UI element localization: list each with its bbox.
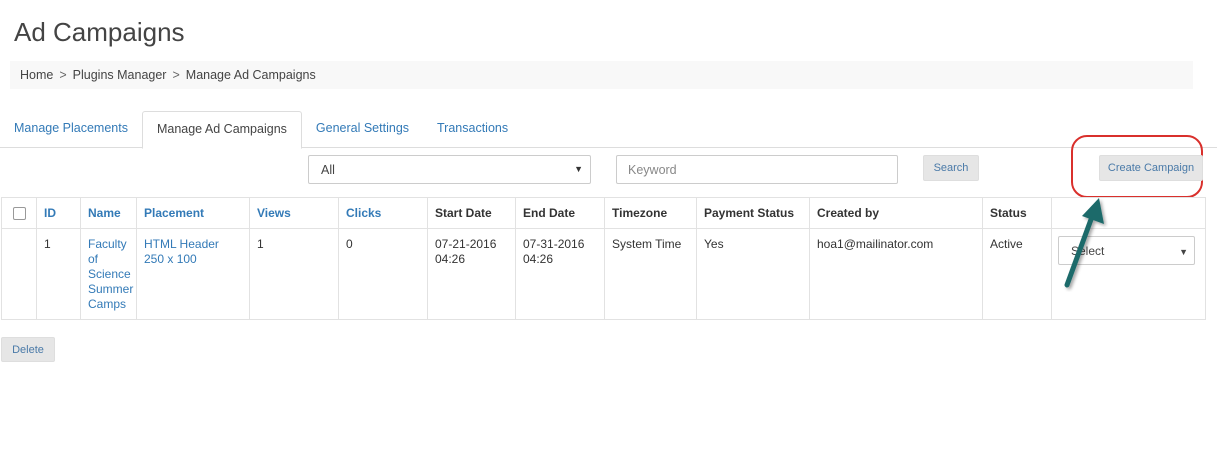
column-header-payment-status: Payment Status: [696, 197, 810, 229]
breadcrumb: Home > Plugins Manager > Manage Ad Campa…: [10, 61, 1193, 89]
caret-down-icon: ▼: [1179, 247, 1188, 257]
cell-start-date: 07-21-2016 04:26: [427, 228, 516, 320]
select-all-checkbox[interactable]: [12, 207, 26, 221]
cell-created-by: hoa1@mailinator.com: [809, 228, 983, 320]
breadcrumb-home[interactable]: Home: [20, 68, 53, 82]
cell-payment-status: Yes: [696, 228, 810, 320]
column-header-views[interactable]: Views: [249, 197, 339, 229]
tab-transactions[interactable]: Transactions: [423, 111, 522, 148]
filter-select-value: All: [321, 163, 335, 177]
breadcrumb-plugins-manager[interactable]: Plugins Manager: [73, 68, 167, 82]
column-header-name[interactable]: Name: [80, 197, 137, 229]
column-header-placement[interactable]: Placement: [136, 197, 250, 229]
column-header-id[interactable]: ID: [36, 197, 81, 229]
row-checkbox-cell: [1, 228, 37, 320]
cell-placement[interactable]: HTML Header 250 x 100: [136, 228, 250, 320]
filter-select[interactable]: All ▼: [308, 155, 591, 184]
cell-name[interactable]: Faculty of Science Summer Camps: [80, 228, 137, 320]
delete-button[interactable]: Delete: [1, 337, 55, 362]
cell-end-date: 07-31-2016 04:26: [515, 228, 605, 320]
tab-bar: Manage Placements Manage Ad Campaigns Ge…: [0, 111, 1217, 149]
table-header-row: ID Name Placement Views Clicks Start Dat…: [1, 197, 1206, 229]
tab-manage-ad-campaigns[interactable]: Manage Ad Campaigns: [141, 111, 302, 149]
cell-status: Active: [982, 228, 1052, 320]
column-header-clicks[interactable]: Clicks: [338, 197, 428, 229]
select-all-cell: [1, 197, 37, 229]
column-header-status: Status: [982, 197, 1052, 229]
column-header-end-date: End Date: [515, 197, 605, 229]
table-row: 1 Faculty of Science Summer Camps HTML H…: [1, 228, 1206, 320]
column-header-start-date: Start Date: [427, 197, 516, 229]
cell-clicks: 0: [338, 228, 428, 320]
column-header-timezone: Timezone: [604, 197, 697, 229]
cell-timezone: System Time: [604, 228, 697, 320]
page-title: Ad Campaigns: [14, 17, 185, 47]
column-header-created-by: Created by: [809, 197, 983, 229]
tab-manage-placements[interactable]: Manage Placements: [0, 111, 142, 148]
annotation-arrow-icon: [1064, 198, 1104, 288]
breadcrumb-current: Manage Ad Campaigns: [185, 68, 316, 82]
tab-general-settings[interactable]: General Settings: [302, 111, 423, 148]
campaigns-table: ID Name Placement Views Clicks Start Dat…: [1, 197, 1206, 320]
cell-id: 1: [36, 228, 81, 320]
caret-down-icon: ▼: [574, 164, 583, 174]
breadcrumb-separator: >: [172, 68, 180, 82]
search-button[interactable]: Search: [923, 155, 979, 181]
keyword-input[interactable]: [616, 155, 898, 184]
create-campaign-button[interactable]: Create Campaign: [1099, 155, 1203, 181]
cell-views: 1: [249, 228, 339, 320]
breadcrumb-separator: >: [59, 68, 67, 82]
